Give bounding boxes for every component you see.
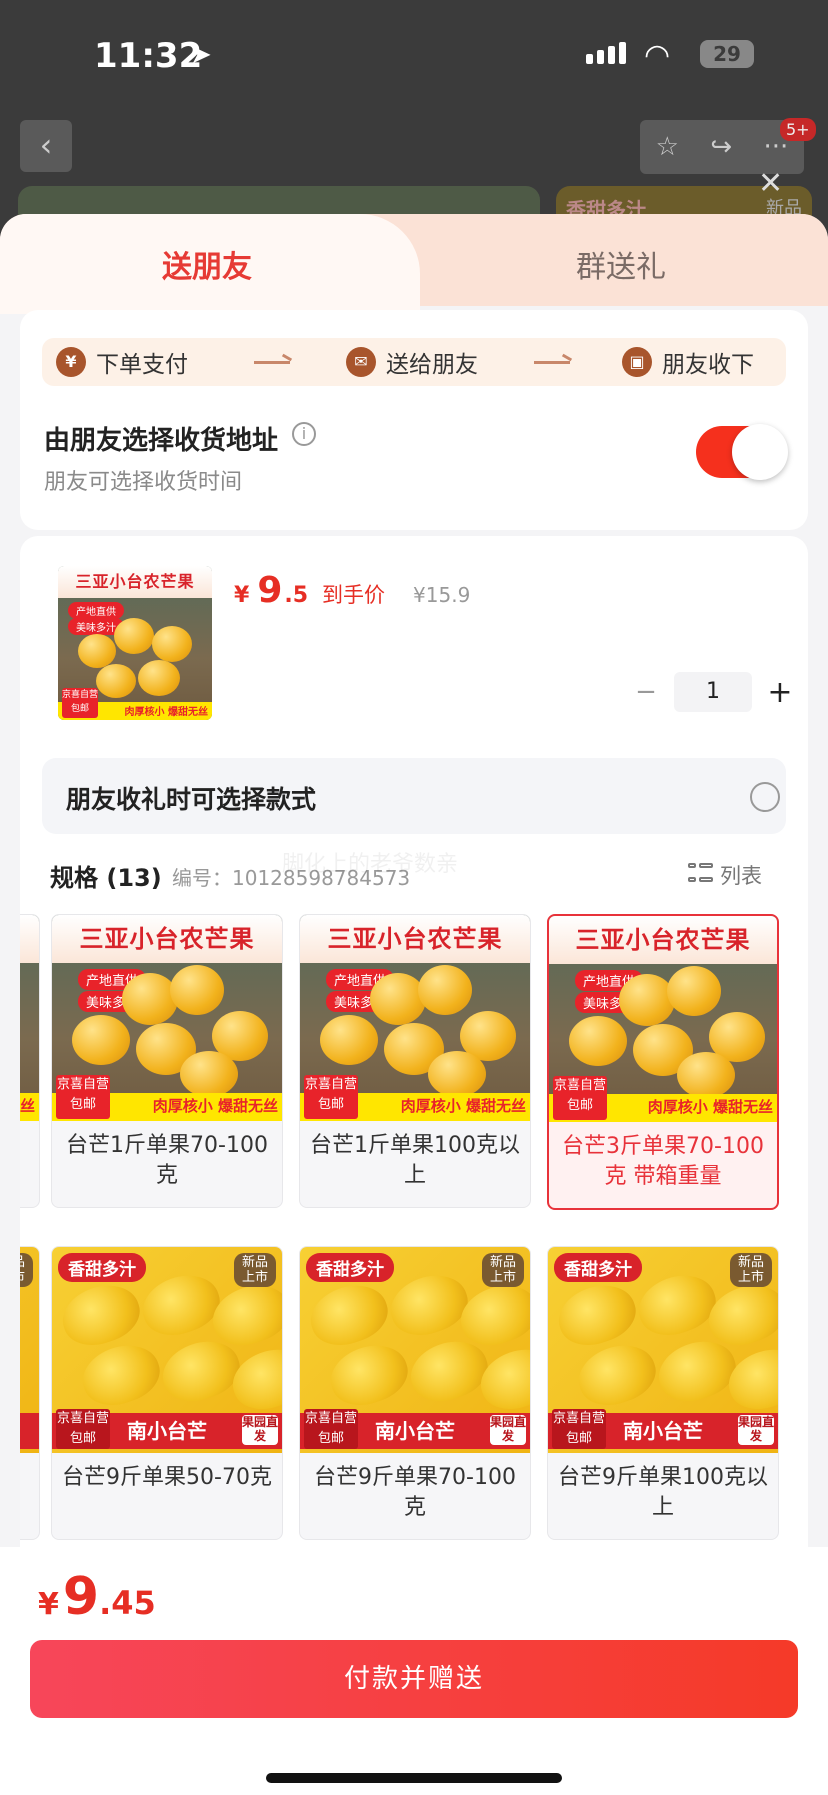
arrow-icon <box>534 361 570 364</box>
minus-button[interactable]: − <box>626 677 666 707</box>
status-bar: 11:32 ➤ ◠ 29 <box>0 0 828 110</box>
product-thumbnail: 三亚小台农芒果 产地直供 美味多汁 肉厚核小 爆甜无丝 京喜自营 包邮 <box>58 566 212 720</box>
spec-caption: 台芒1斤单果100克以上 <box>310 1133 520 1188</box>
spec-tile-partial[interactable]: 三亚小台农芒果肉厚核小 爆甜无丝 0 <box>20 914 40 1208</box>
close-icon[interactable]: ✕ <box>758 166 783 201</box>
spec-image: 三亚小台农芒果 产地直供 美味多汁 肉厚核小 爆甜无丝 京喜自营 包邮 <box>549 916 777 1122</box>
arrow-icon <box>254 361 290 364</box>
spec-caption: 台芒3斤单果70-100克 带箱重量 <box>562 1134 764 1189</box>
tab-send-friend[interactable]: 送朋友 <box>162 242 252 286</box>
info-icon[interactable]: i <box>292 422 316 446</box>
gift-steps: ¥ 下单支付 ✉ 送给朋友 ▣ 朋友收下 <box>42 338 786 386</box>
spec-image: 三亚小台农芒果 产地直供 美味多汁 肉厚核小 爆甜无丝 京喜自营 包邮 <box>52 915 282 1121</box>
spec-caption: 台芒9斤单果70-100克 <box>314 1465 516 1520</box>
choose-style-radio[interactable] <box>750 782 780 812</box>
yen-icon: ¥ <box>56 347 86 377</box>
choose-style-option[interactable]: 朋友收礼时可选择款式 <box>42 758 786 834</box>
tab-bar: 送朋友 群送礼 <box>0 214 828 314</box>
spec-image: 香甜多汁 新品上市 南小台芒 京喜自营 包邮 果园直发 <box>548 1247 778 1453</box>
checkout-footer: ¥ 9 .45 付款并赠送 <box>0 1547 828 1795</box>
status-time: 11:32 <box>94 36 203 76</box>
spec-tile-6[interactable]: 香甜多汁 新品上市 南小台芒 京喜自营 包邮 果园直发 台芒9斤单果100克以上 <box>547 1246 779 1540</box>
toggle-knob <box>732 424 788 480</box>
spec-tile-4[interactable]: 香甜多汁 新品上市 南小台芒 京喜自营 包邮 果园直发 台芒9斤单果50-70克 <box>51 1246 283 1540</box>
plus-button[interactable]: + <box>760 675 800 710</box>
spec-tile-2[interactable]: 三亚小台农芒果 产地直供 美味多汁 肉厚核小 爆甜无丝 京喜自营 包邮 台芒1斤单… <box>299 914 531 1208</box>
step-pay: ¥ 下单支付 <box>56 345 188 379</box>
location-arrow-icon: ➤ <box>190 40 212 70</box>
address-option-title: 由朋友选择收货地址 <box>44 426 279 456</box>
list-view-button[interactable]: 列表 <box>688 860 762 890</box>
home-indicator <box>266 1773 562 1783</box>
signal-icon <box>586 42 626 64</box>
total-price: ¥ 9 .45 <box>38 1567 156 1627</box>
wifi-icon: ◠ <box>644 38 671 73</box>
spec-image: 香甜多汁 新品上市 南小台芒 京喜自营 包邮 果园直发 <box>52 1247 282 1453</box>
back-button[interactable]: ‹ <box>20 120 72 172</box>
spec-header: 规格 (13) <box>50 864 162 892</box>
address-option-subtitle: 朋友可选择收货时间 <box>44 470 243 495</box>
favorite-icon[interactable]: ☆ <box>656 132 679 162</box>
spec-tile-1[interactable]: 三亚小台农芒果 产地直供 美味多汁 肉厚核小 爆甜无丝 京喜自营 包邮 台芒1斤单… <box>51 914 283 1208</box>
quantity-input[interactable]: 1 <box>674 672 752 712</box>
battery-icon: 29 <box>700 40 754 68</box>
gift-options-card: ¥ 下单支付 ✉ 送给朋友 ▣ 朋友收下 由朋友选择收货地址 i 朋友可选择收货… <box>20 310 808 530</box>
price-row: ¥ 9 .5 到手价 ¥15.9 <box>234 570 471 611</box>
original-price: ¥15.9 <box>413 583 471 607</box>
address-toggle[interactable] <box>696 424 788 480</box>
gift-chat-icon: ✉ <box>346 347 376 377</box>
list-icon <box>688 863 713 887</box>
spec-tile-5[interactable]: 香甜多汁 新品上市 南小台芒 京喜自营 包邮 果园直发 台芒9斤单果70-100克 <box>299 1246 531 1540</box>
price-value: 9 <box>257 570 283 611</box>
spec-caption: 台芒9斤单果100克以上 <box>558 1465 768 1520</box>
message-badge: 5+ <box>780 118 816 141</box>
gift-box-icon: ▣ <box>622 347 652 377</box>
spec-image: 香甜多汁 新品上市 南小台芒 京喜自营 包邮 果园直发 <box>300 1247 530 1453</box>
share-icon[interactable]: ↪ <box>710 132 732 162</box>
spec-tile-3-selected[interactable]: 三亚小台农芒果 产地直供 美味多汁 肉厚核小 爆甜无丝 京喜自营 包邮 台芒3斤单… <box>547 914 779 1210</box>
price-label: 到手价 <box>322 583 386 607</box>
spec-caption: 台芒1斤单果70-100克 <box>66 1133 268 1188</box>
tab-group-gift[interactable]: 群送礼 <box>576 242 666 286</box>
spec-image: 三亚小台农芒果 产地直供 美味多汁 肉厚核小 爆甜无丝 京喜自营 包邮 <box>300 915 530 1121</box>
quantity-stepper: − 1 + <box>626 672 800 712</box>
watermark: 脚化上的老爷数亲 <box>282 852 459 877</box>
spec-tile-partial[interactable]: 新品上市南小台芒 克 <box>20 1246 40 1540</box>
step-receive: ▣ 朋友收下 <box>622 345 754 379</box>
pay-and-gift-button[interactable]: 付款并赠送 <box>30 1640 798 1718</box>
spec-caption: 台芒9斤单果50-70克 <box>62 1465 272 1490</box>
step-send: ✉ 送给朋友 <box>346 345 478 379</box>
